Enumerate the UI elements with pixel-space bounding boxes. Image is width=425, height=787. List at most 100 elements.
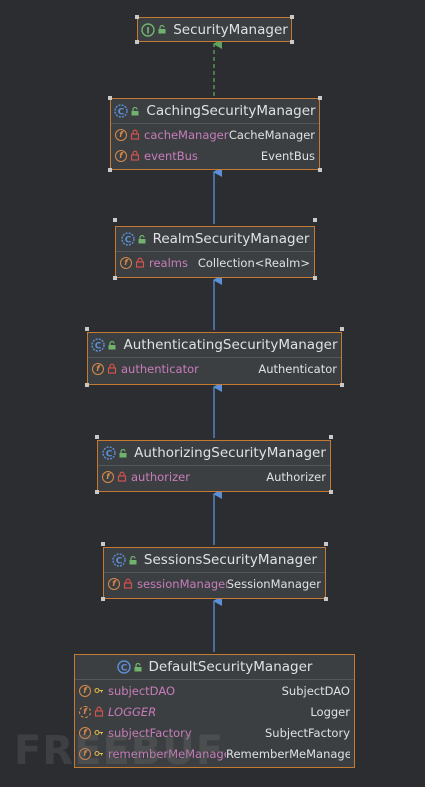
field-type: CacheManager [228,127,315,142]
selection-handle[interactable] [113,276,117,280]
field-name: cacheManager [144,127,229,142]
selection-handle[interactable] [135,40,139,44]
node-title: SessionsSecurityManager [143,552,318,568]
node-security-manager[interactable]: I SecurityManager [137,17,292,42]
public-visibility-icon [129,555,137,564]
private-lock-icon [130,150,140,161]
selection-handle[interactable] [329,435,333,439]
field-name: eventBus [144,148,198,163]
selection-handle[interactable] [324,542,328,546]
abstract-class-icon: C [120,232,135,246]
selection-handle[interactable] [108,96,112,100]
field-type: SessionManager [226,576,321,591]
node-title: CachingSecurityManager [146,103,316,119]
selection-handle[interactable] [101,542,105,546]
selection-handle[interactable] [95,435,99,439]
node-title: AuthorizingSecurityManager [134,445,326,461]
field-row[interactable]: f subjectDAO SubjectDAO [75,680,354,701]
field-type: Authenticator [258,361,337,376]
abstract-class-icon: C [102,446,116,460]
selection-handle[interactable] [95,490,99,494]
node-title: RealmSecurityManager [152,231,310,247]
node-title: SecurityManager [173,21,288,38]
selection-handle[interactable] [113,218,117,222]
field-name: authenticator [121,361,199,376]
field-type: Authorizer [266,469,326,484]
selection-handle[interactable] [324,597,328,601]
selection-handle[interactable] [340,327,344,331]
selection-handle[interactable] [340,383,344,387]
field-name: authorizer [131,469,190,484]
selection-handle[interactable] [318,96,322,100]
private-lock-icon [135,257,145,268]
field-row[interactable]: f authorizer Authorizer [98,466,330,487]
field-type: RememberMeManager [226,746,350,761]
selection-handle[interactable] [85,383,89,387]
svg-text:C: C [118,108,125,118]
public-visibility-icon [134,662,142,671]
private-lock-icon [117,471,127,482]
field-name: subjectDAO [108,683,176,698]
field-row[interactable]: f eventBus EventBus [111,145,319,166]
node-caching-security-manager[interactable]: C CachingSecurityManager f cacheManager … [110,98,320,170]
public-visibility-icon [131,106,139,115]
selection-handle[interactable] [329,490,333,494]
node-authenticating-security-manager[interactable]: C AuthenticatingSecurityManager f authen… [87,332,342,385]
abstract-class-icon: C [114,104,129,118]
svg-text:C: C [95,342,102,352]
interface-icon: I [141,22,155,37]
node-sessions-security-manager[interactable]: C SessionsSecurityManager f sessionManag… [103,547,326,599]
field-row[interactable]: f LOGGER Logger [75,701,354,722]
selection-handle[interactable] [101,597,105,601]
field-row[interactable]: f realms Collection<Realm> [116,252,314,273]
svg-text:I: I [147,26,150,36]
node-title: AuthenticatingSecurityManager [123,337,338,353]
private-lock-icon [107,363,117,374]
svg-text:C: C [116,557,123,567]
public-visibility-icon [138,234,146,243]
field-icon: f [79,684,91,697]
field-icon: f [108,577,120,590]
private-lock-icon [123,578,133,589]
watermark: FREEBUF [14,728,225,774]
field-type: SubjectFactory [265,725,350,740]
svg-text:C: C [120,664,127,674]
selection-handle[interactable] [290,15,294,19]
public-visibility-icon [158,25,166,34]
abstract-class-icon: C [91,338,106,352]
field-type: SubjectDAO [281,683,350,698]
selection-handle[interactable] [135,15,139,19]
public-visibility-icon [119,448,127,457]
selection-handle[interactable] [85,327,89,331]
svg-text:C: C [106,450,113,460]
field-type: Collection<Realm> [197,255,310,270]
selection-handle[interactable] [108,168,112,172]
field-row[interactable]: f sessionManager SessionManager [104,573,325,594]
field-type: Logger [310,704,350,719]
field-type: EventBus [260,148,315,163]
field-row[interactable]: f cacheManager CacheManager [111,124,319,145]
class-icon: C [116,660,131,674]
field-row[interactable]: f authenticator Authenticator [88,358,341,379]
field-icon: f [115,149,127,162]
selection-handle[interactable] [313,218,317,222]
field-icon: f [120,256,132,269]
field-icon: f [102,470,114,483]
abstract-class-icon: C [112,553,126,567]
selection-handle[interactable] [318,168,322,172]
private-lock-icon [130,129,140,140]
protected-key-icon [94,687,103,694]
node-title: DefaultSecurityManager [148,659,313,675]
field-icon: f [115,128,127,141]
field-icon: f [92,362,104,375]
svg-text:C: C [124,236,131,246]
selection-handle[interactable] [290,40,294,44]
node-realm-security-manager[interactable]: C RealmSecurityManager f realms Collecti… [115,226,315,278]
field-name: realms [149,255,188,270]
selection-handle[interactable] [313,276,317,280]
field-name: LOGGER [108,704,157,719]
static-field-icon: f [79,705,91,718]
field-name: sessionManager [137,576,227,591]
private-lock-icon [94,706,104,717]
node-authorizing-security-manager[interactable]: C AuthorizingSecurityManager f authorize… [97,440,331,492]
